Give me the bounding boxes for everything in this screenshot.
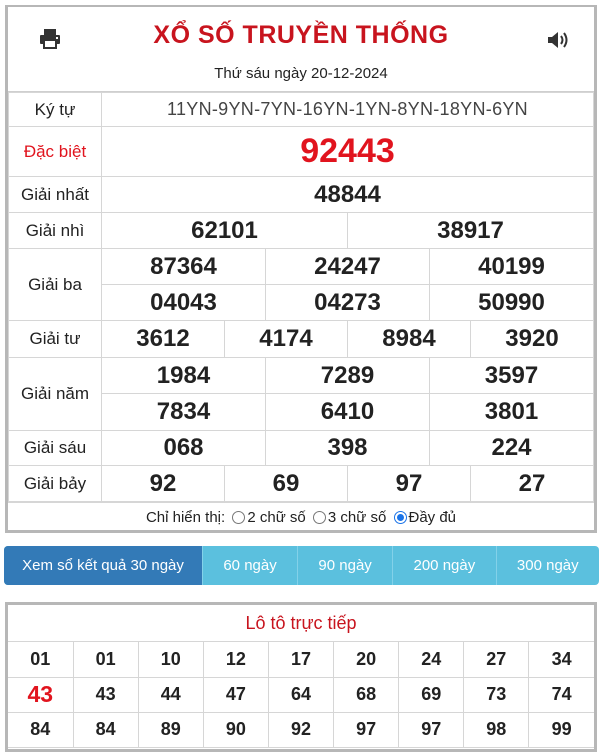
results-table: Ký tự 11YN-9YN-7YN-16YN-1YN-8YN-18YN-6YN… <box>8 92 594 502</box>
second-prize-value: 62101 <box>101 212 348 249</box>
fifth-prize-value: 7834 <box>101 393 266 431</box>
loto-number: 27 <box>463 642 530 678</box>
tab-90-days[interactable]: 90 ngày <box>297 546 392 585</box>
radio-full[interactable] <box>393 511 407 524</box>
draw-date: Thứ sáu ngày 20-12-2024 <box>214 65 388 82</box>
first-prize-label: Giải nhất <box>8 176 102 213</box>
loto-table: 01 01 10 12 17 20 24 27 34 43 43 44 47 6… <box>8 642 594 748</box>
fifth-prize-label: Giải năm <box>8 357 102 431</box>
third-prize-value: 04043 <box>101 284 266 321</box>
fifth-prize-value: 1984 <box>101 357 266 394</box>
loto-number: 10 <box>137 642 204 678</box>
seventh-prize-value: 27 <box>470 465 594 502</box>
tab-300-days[interactable]: 300 ngày <box>495 546 599 585</box>
radio-full-label[interactable]: Đầy đủ <box>409 509 457 526</box>
loto-number: 47 <box>202 676 269 713</box>
loto-number: 64 <box>267 676 335 713</box>
loto-number-highlight: 43 <box>8 676 74 713</box>
loto-number: 73 <box>463 676 530 713</box>
third-prize-value: 87364 <box>101 248 266 285</box>
results-card: XỔ SỐ TRUYỀN THỐNG Thứ sáu ngày 20-12-20… <box>5 5 597 533</box>
display-options: Chỉ hiển thị: 2 chữ số 3 chữ số Đầy đủ <box>8 502 594 533</box>
fourth-prize-value: 3612 <box>101 320 225 358</box>
seventh-prize-label: Giải bảy <box>8 465 102 502</box>
fourth-prize-label: Giải tư <box>8 320 102 358</box>
loto-number: 20 <box>333 642 400 678</box>
speaker-icon[interactable] <box>546 29 570 51</box>
loto-number: 97 <box>398 711 465 748</box>
special-prize-label: Đặc biệt <box>8 126 102 177</box>
loto-number: 89 <box>137 711 204 748</box>
fourth-prize-value: 4174 <box>224 320 348 358</box>
loto-card: Lô tô trực tiếp 01 01 10 12 17 20 24 27 … <box>5 602 597 752</box>
loto-row: 43 43 44 47 64 68 69 73 74 <box>8 676 594 713</box>
radio-2-digits-label[interactable]: 2 chữ số <box>247 509 305 526</box>
loto-number: 24 <box>398 642 465 678</box>
first-prize-value: 48844 <box>101 176 594 213</box>
loto-number: 99 <box>528 711 594 748</box>
third-prize-value: 04273 <box>265 284 430 321</box>
second-prize-value: 38917 <box>347 212 594 249</box>
second-prize-label: Giải nhì <box>8 212 102 249</box>
loto-row: 84 84 89 90 92 97 97 98 99 <box>8 711 594 748</box>
tab-60-days[interactable]: 60 ngày <box>202 546 297 585</box>
fifth-prize-value: 7289 <box>265 357 430 394</box>
page-title: XỔ SỐ TRUYỀN THỐNG <box>153 21 449 49</box>
seventh-prize-value: 97 <box>347 465 471 502</box>
loto-number: 92 <box>267 711 335 748</box>
fifth-prize-value: 6410 <box>265 393 430 431</box>
third-prize-value: 24247 <box>265 248 430 285</box>
seventh-prize-value: 92 <box>101 465 225 502</box>
fourth-prize-value: 3920 <box>470 320 594 358</box>
tab-200-days[interactable]: 200 ngày <box>392 546 495 585</box>
loto-title: Lô tô trực tiếp <box>8 605 594 642</box>
seventh-prize-value: 69 <box>224 465 348 502</box>
loto-number: 97 <box>333 711 400 748</box>
kytu-label: Ký tự <box>8 92 102 127</box>
special-prize-value: 92443 <box>101 126 594 177</box>
kytu-value: 11YN-9YN-7YN-16YN-1YN-8YN-18YN-6YN <box>101 92 594 127</box>
loto-number: 98 <box>463 711 530 748</box>
radio-3-digits-label[interactable]: 3 chữ số <box>328 509 386 526</box>
history-tabs: Xem sổ kết quả 30 ngày 60 ngày 90 ngày 2… <box>4 546 599 585</box>
results-header: XỔ SỐ TRUYỀN THỐNG Thứ sáu ngày 20-12-20… <box>8 7 594 92</box>
third-prize-value: 50990 <box>429 284 594 321</box>
radio-3-digits[interactable] <box>312 511 326 524</box>
display-options-label: Chỉ hiển thị: <box>145 509 226 526</box>
sixth-prize-value: 068 <box>101 430 266 466</box>
sixth-prize-value: 224 <box>429 430 594 466</box>
loto-number: 43 <box>72 676 139 713</box>
loto-number: 68 <box>333 676 400 713</box>
loto-number: 90 <box>202 711 269 748</box>
loto-number: 12 <box>202 642 269 678</box>
loto-number: 17 <box>267 642 335 678</box>
loto-row: 01 01 10 12 17 20 24 27 34 <box>8 642 594 678</box>
loto-number: 84 <box>72 711 139 748</box>
loto-number: 69 <box>398 676 465 713</box>
fifth-prize-value: 3597 <box>429 357 594 394</box>
sixth-prize-value: 398 <box>265 430 430 466</box>
loto-number: 01 <box>8 642 74 678</box>
loto-number: 84 <box>8 711 74 748</box>
fifth-prize-value: 3801 <box>429 393 594 431</box>
loto-number: 74 <box>528 676 594 713</box>
tab-30-days[interactable]: Xem sổ kết quả 30 ngày <box>4 546 202 585</box>
third-prize-value: 40199 <box>429 248 594 285</box>
radio-2-digits[interactable] <box>232 511 246 524</box>
fourth-prize-value: 8984 <box>347 320 471 358</box>
loto-number: 44 <box>137 676 204 713</box>
loto-number: 34 <box>528 642 594 678</box>
sixth-prize-label: Giải sáu <box>8 430 102 466</box>
loto-number: 01 <box>72 642 139 678</box>
third-prize-label: Giải ba <box>8 248 102 321</box>
